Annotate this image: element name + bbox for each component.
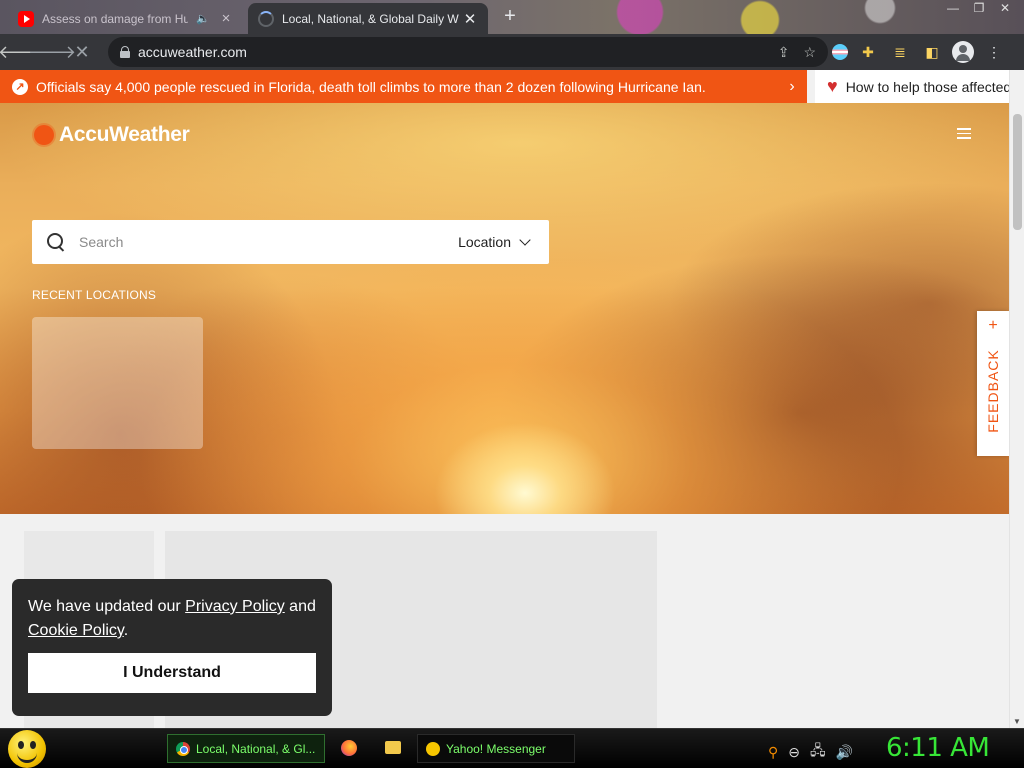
profile-avatar-icon[interactable] xyxy=(952,41,974,63)
stop-loading-button[interactable]: ✕ xyxy=(67,37,97,67)
tab-accuweather[interactable]: Local, National, & Global Daily W ✕ xyxy=(248,3,488,34)
alert-text[interactable]: Officials say 4,000 people rescued in Fl… xyxy=(36,79,777,95)
tab-title: Local, National, & Global Daily W xyxy=(282,11,459,26)
cookie-message: We have updated our Privacy Policy and C… xyxy=(28,595,316,643)
plus-icon: + xyxy=(988,317,998,334)
cookie-policy-link[interactable]: Cookie Policy xyxy=(28,622,124,639)
media-playlist-icon[interactable]: ≣ xyxy=(888,38,912,66)
location-search-bar: Location xyxy=(32,220,549,264)
chrome-icon xyxy=(176,741,190,756)
yahoo-messenger-icon xyxy=(426,741,440,756)
privacy-policy-link[interactable]: Privacy Policy xyxy=(185,598,285,615)
taskbar-item-yahoo-messenger[interactable]: Yahoo! Messenger xyxy=(417,734,575,763)
accuweather-logo[interactable]: AccuWeather xyxy=(34,123,190,147)
volume-icon[interactable]: 🔊 xyxy=(836,744,853,761)
close-icon[interactable]: × xyxy=(218,10,234,27)
page-viewport: ↗ Officials say 4,000 people rescued in … xyxy=(0,70,1024,728)
tab-youtube[interactable]: Assess on damage from Hur 🔈 × xyxy=(8,3,244,34)
side-panel-icon[interactable]: ◧ xyxy=(920,38,944,66)
heart-icon: ♥ xyxy=(827,76,838,96)
help-link-banner[interactable]: ♥ How to help those affected xyxy=(815,70,1009,103)
cookie-consent-banner: We have updated our Privacy Policy and C… xyxy=(12,579,332,716)
search-type-dropdown[interactable]: Location xyxy=(458,234,531,250)
window-controls: — ❐ ✕ xyxy=(940,0,1018,18)
recent-location-card[interactable] xyxy=(32,317,203,449)
i-understand-button[interactable]: I Understand xyxy=(28,653,316,693)
feedback-label: FEEDBACK xyxy=(985,349,1001,433)
sun-logo-icon xyxy=(34,125,54,145)
browser-tabstrip: Assess on damage from Hur 🔈 × Local, Nat… xyxy=(0,0,1024,34)
folder-icon[interactable] xyxy=(385,741,401,754)
extensions-area: ✚ ≣ ◧ ⋮ xyxy=(832,38,1006,66)
address-bar[interactable]: accuweather.com ⇪ ☆ xyxy=(108,37,828,67)
forward-button[interactable]: 🡒 xyxy=(28,37,76,67)
search-icon xyxy=(47,233,65,251)
hero-section: AccuWeather Location RECENT LOCATIONS + … xyxy=(0,103,1009,514)
taskbar-clock[interactable]: 6:11 AM xyxy=(886,733,990,763)
minus-circle-icon[interactable]: ⊖ xyxy=(788,744,800,761)
lock-icon[interactable] xyxy=(120,46,130,58)
close-window-button[interactable]: ✕ xyxy=(992,0,1018,18)
loading-spinner-icon xyxy=(258,10,274,27)
browser-toolbar: 🡐 🡒 ✕ accuweather.com ⇪ ☆ ✚ ≣ ◧ ⋮ xyxy=(0,34,1024,70)
youtube-icon xyxy=(18,10,34,27)
hamburger-menu-icon[interactable] xyxy=(957,128,971,142)
search-icon[interactable]: ⚲ xyxy=(768,744,778,761)
extensions-puzzle-icon[interactable]: ✚ xyxy=(856,38,880,66)
page-scrollbar[interactable]: ▼ xyxy=(1009,70,1024,728)
search-input[interactable] xyxy=(79,234,459,250)
close-icon[interactable]: ✕ xyxy=(462,10,478,28)
restore-button[interactable]: ❐ xyxy=(966,0,992,18)
minimize-button[interactable]: — xyxy=(940,0,966,18)
share-icon[interactable]: ⇪ xyxy=(778,44,790,61)
system-tray: ⚲ ⊖ 🖧 🔊 xyxy=(768,740,853,764)
search-type-label: Location xyxy=(458,234,511,250)
recent-locations-heading: RECENT LOCATIONS xyxy=(32,288,157,302)
cookie-text-part: We have updated our xyxy=(28,598,186,615)
trans-flag-extension-icon[interactable] xyxy=(832,44,848,60)
cookie-text-part: and xyxy=(284,598,316,615)
scrollbar-thumb[interactable] xyxy=(1013,114,1022,230)
cookie-text-part: . xyxy=(123,622,129,639)
network-icon[interactable]: 🖧 xyxy=(810,740,826,764)
scroll-down-arrow-icon[interactable]: ▼ xyxy=(1013,717,1021,726)
firefox-icon[interactable] xyxy=(341,740,357,756)
logo-text: AccuWeather xyxy=(59,123,190,146)
new-tab-button[interactable]: + xyxy=(498,4,522,28)
taskbar-item-chrome[interactable]: Local, National, & Gl... xyxy=(167,734,325,763)
chevron-right-icon[interactable]: › xyxy=(777,78,807,96)
speaker-icon[interactable]: 🔈 xyxy=(196,12,210,25)
bookmark-star-icon[interactable]: ☆ xyxy=(803,44,816,61)
os-taskbar: Local, National, & Gl... Yahoo! Messenge… xyxy=(0,728,1024,768)
start-button-smiley-icon[interactable] xyxy=(8,730,46,768)
kebab-menu-icon[interactable]: ⋮ xyxy=(982,38,1006,66)
taskbar-item-label: Local, National, & Gl... xyxy=(196,741,316,756)
breaking-news-alert[interactable]: ↗ Officials say 4,000 people rescued in … xyxy=(0,70,807,103)
chevron-down-icon xyxy=(519,234,531,246)
tab-title: Assess on damage from Hur xyxy=(42,11,189,26)
url-text[interactable]: accuweather.com xyxy=(138,44,247,60)
feedback-tab[interactable]: + FEEDBACK xyxy=(977,311,1009,456)
alert-arrow-icon: ↗ xyxy=(12,78,28,95)
taskbar-item-label: Yahoo! Messenger xyxy=(446,741,546,756)
help-link-text[interactable]: How to help those affected xyxy=(846,79,1009,95)
